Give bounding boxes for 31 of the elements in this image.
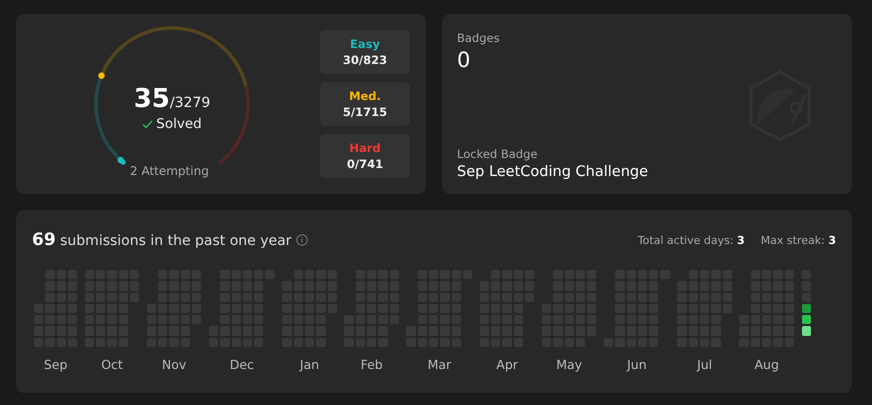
submissions-title: 69 submissions in the past one year xyxy=(32,230,292,250)
month-label: Jan xyxy=(300,357,320,372)
month-label: Feb xyxy=(360,357,383,372)
month-label: Sep xyxy=(44,357,68,372)
month-label: Oct xyxy=(101,357,123,372)
month-label: Dec xyxy=(230,357,254,372)
info-icon[interactable] xyxy=(296,234,308,246)
month-label: Jun xyxy=(627,357,647,372)
difficulty-label: Hard xyxy=(349,141,381,155)
solved-label: Solved xyxy=(156,116,202,132)
locked-badge-name: Sep LeetCoding Challenge xyxy=(457,164,650,180)
locked-badge-label: Locked Badge xyxy=(457,147,538,161)
total-active-days: Total active days: 3 xyxy=(638,234,745,246)
month-label: Jul xyxy=(697,357,712,372)
difficulty-count: 0/741 xyxy=(346,157,384,171)
month-label: Aug xyxy=(754,357,779,372)
solved-count: 35 xyxy=(134,84,170,114)
difficulty-count: 30/823 xyxy=(342,53,388,67)
max-streak: Max streak: 3 xyxy=(760,234,836,246)
difficulty-count: 5/1715 xyxy=(342,105,388,119)
month-label: Apr xyxy=(496,357,518,372)
month-label: May xyxy=(556,357,582,372)
difficulty-label: Easy xyxy=(350,37,380,51)
badge-count: 0 xyxy=(457,48,472,72)
month-label: Mar xyxy=(428,357,452,372)
total-count: /3279 xyxy=(170,95,210,111)
badges-title: Badges xyxy=(457,31,501,45)
check-icon xyxy=(142,120,154,128)
attempting-count: 2 Attempting xyxy=(130,164,209,178)
difficulty-label: Med. xyxy=(349,89,381,103)
month-label: Nov xyxy=(162,357,186,372)
